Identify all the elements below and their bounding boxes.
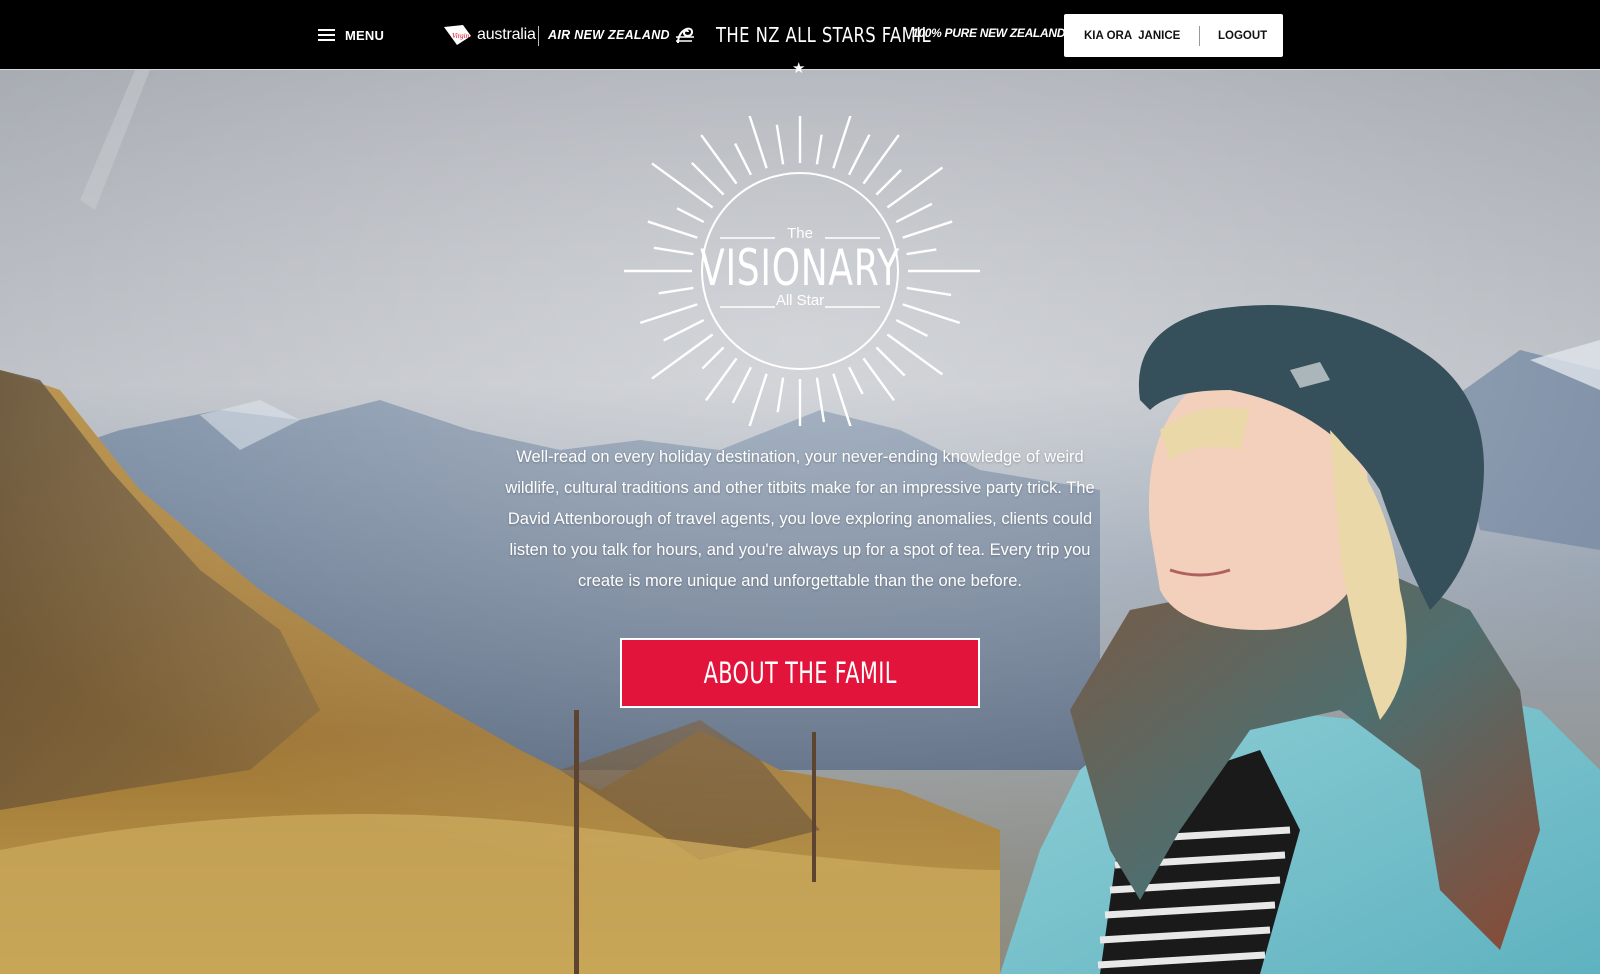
sunburst-ray [690, 161, 725, 196]
air-new-zealand-wordmark: AIR NEW ZEALAND [548, 28, 670, 42]
air-new-zealand-logo[interactable]: AIR NEW ZEALAND [548, 22, 696, 48]
koru-icon [675, 27, 694, 44]
sunburst-ray [895, 318, 928, 337]
hamburger-icon [318, 29, 335, 41]
logout-button[interactable]: LOGOUT [1200, 30, 1267, 42]
badge-title: VISIONARY [700, 239, 900, 297]
sunburst-ray [875, 169, 902, 196]
svg-text:Virgin: Virgin [452, 32, 470, 40]
badge-subtitle: All Star [775, 292, 825, 309]
virgin-logo: Virgin [444, 25, 471, 45]
sunburst-ray [832, 116, 852, 169]
hero-section: The VISIONARY All Star Well-read on ever… [0, 70, 1600, 974]
sunburst-ray [847, 134, 871, 176]
user-name: JANICE [1138, 29, 1181, 42]
sunburst-ray [701, 346, 725, 370]
greeting-text: KIA ORA [1084, 29, 1133, 42]
virgin-australia-logo[interactable]: Virgin australia [443, 22, 536, 48]
sunburst-ray [815, 134, 823, 165]
sunburst-ray [875, 346, 906, 377]
about-the-famil-button[interactable]: ABOUT THE FAMIL [620, 638, 980, 708]
menu-button[interactable]: MENU [318, 22, 384, 48]
sunburst-ray [748, 116, 768, 169]
sunburst-ray [676, 207, 705, 224]
sunburst-ray [748, 373, 768, 426]
menu-label: MENU [345, 27, 385, 43]
sunburst-ray [775, 124, 785, 165]
sunburst-ray [832, 373, 852, 426]
star-icon: ★ [792, 60, 806, 77]
about-the-famil-label: ABOUT THE FAMIL [703, 656, 897, 690]
sunburst-ray [815, 377, 826, 423]
sunburst-ray [731, 366, 753, 404]
sunburst-ray [847, 366, 864, 395]
sunburst-ray [886, 333, 944, 376]
sunburst-ray [776, 377, 785, 413]
sunburst-ray [651, 333, 714, 380]
brand-divider [538, 26, 539, 46]
sunburst-ray [663, 318, 705, 342]
virgin-australia-wordmark: australia [477, 26, 536, 43]
sunburst-ray [734, 143, 753, 176]
user-greeting: KIA ORA JANICE [1064, 30, 1199, 42]
sunburst-ray [651, 162, 714, 209]
sunburst-ray [862, 357, 896, 402]
persona-description: Well-read on every holiday destination, … [505, 448, 1095, 590]
sunburst-ray [704, 357, 738, 402]
sunburst-ray [895, 202, 933, 224]
pure-new-zealand-logo[interactable]: 100% PURE NEW ZEALAND [912, 26, 1065, 40]
site-title[interactable]: THE NZ ALL STARS FAMIL [716, 20, 931, 50]
sunburst-ray [886, 166, 944, 209]
user-panel: KIA ORA JANICE LOGOUT [1064, 14, 1283, 57]
